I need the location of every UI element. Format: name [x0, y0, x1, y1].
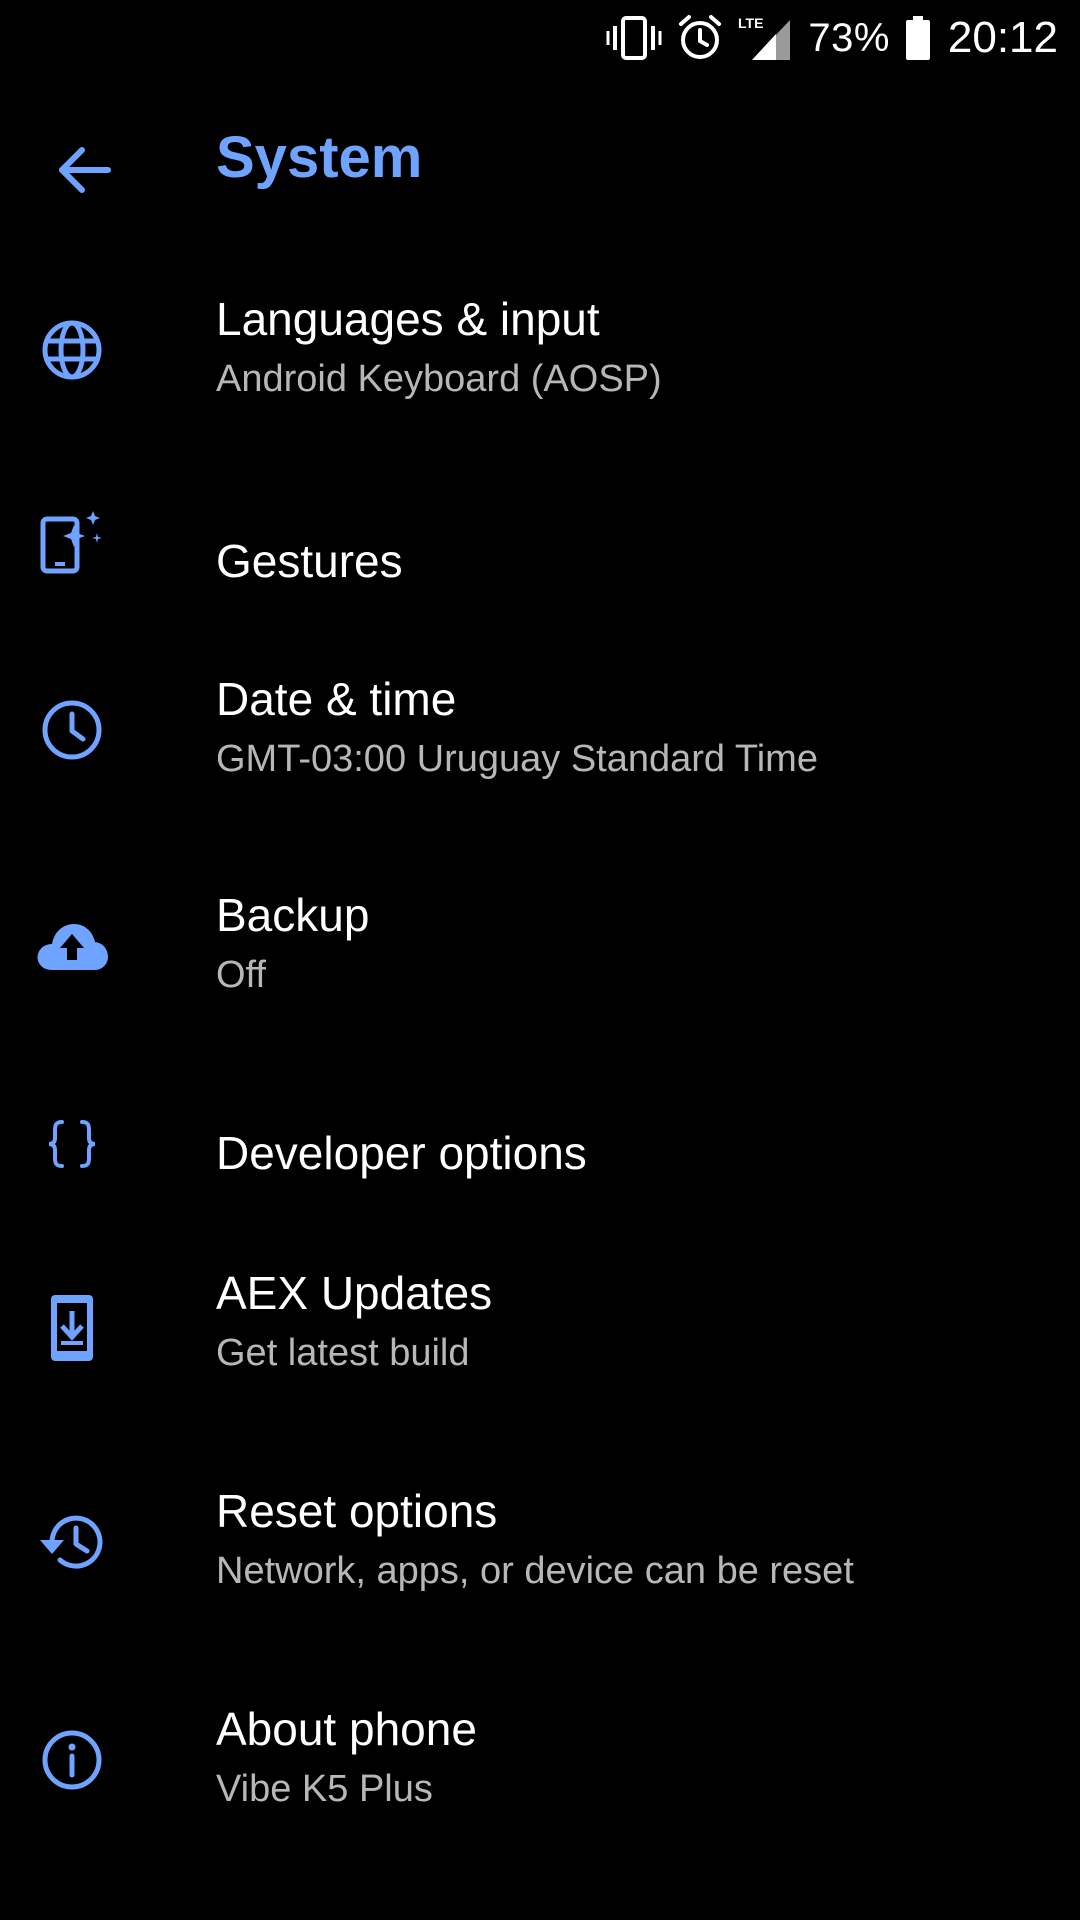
alarm-icon — [676, 14, 724, 62]
svg-text:LTE: LTE — [738, 15, 763, 31]
setting-title: Languages & input — [216, 293, 600, 345]
setting-aex-updates[interactable]: AEX Updates Get latest build — [0, 1214, 1080, 1414]
setting-subtitle: Vibe K5 Plus — [216, 1768, 433, 1810]
setting-title: Developer options — [216, 1127, 587, 1179]
setting-subtitle: GMT-03:00 Uruguay Standard Time — [216, 738, 818, 780]
setting-backup[interactable]: Backup Off — [0, 836, 1080, 1036]
setting-title: Reset options — [216, 1485, 498, 1537]
battery-icon — [904, 14, 932, 62]
braces-icon — [30, 1102, 114, 1186]
settings-screen: LTE 73% 20:12 System Languages & input A… — [0, 0, 1080, 1920]
setting-languages-input[interactable]: Languages & input Android Keyboard (AOSP… — [0, 240, 1080, 440]
app-bar: System — [0, 96, 1080, 220]
clock-icon — [30, 688, 114, 772]
setting-subtitle: Get latest build — [216, 1332, 470, 1374]
setting-subtitle: Off — [216, 954, 266, 996]
globe-icon — [30, 308, 114, 392]
setting-about-phone[interactable]: About phone Vibe K5 Plus — [0, 1650, 1080, 1850]
setting-date-time[interactable]: Date & time GMT-03:00 Uruguay Standard T… — [0, 618, 1080, 818]
info-icon — [30, 1718, 114, 1802]
lte-signal-icon: LTE — [738, 14, 794, 62]
clock-time: 20:12 — [947, 13, 1058, 62]
battery-percent: 73% — [808, 15, 890, 60]
setting-title: AEX Updates — [216, 1267, 493, 1319]
arrow-back-icon — [56, 142, 112, 198]
gestures-icon — [30, 498, 114, 582]
setting-title: Gestures — [216, 535, 403, 587]
setting-title: Date & time — [216, 673, 457, 725]
vibrate-icon — [606, 14, 662, 62]
restore-icon — [30, 1500, 114, 1584]
setting-subtitle: Android Keyboard (AOSP) — [216, 358, 662, 400]
page-title: System — [216, 125, 423, 190]
system-update-icon — [30, 1286, 114, 1370]
setting-title: Backup — [216, 889, 370, 941]
setting-title: About phone — [216, 1703, 477, 1755]
setting-subtitle: Network, apps, or device can be reset — [216, 1550, 854, 1592]
cloud-upload-icon — [30, 904, 114, 988]
back-button[interactable] — [36, 122, 132, 218]
setting-reset-options[interactable]: Reset options Network, apps, or device c… — [0, 1432, 1080, 1632]
status-bar: LTE 73% 20:12 — [0, 0, 1080, 76]
